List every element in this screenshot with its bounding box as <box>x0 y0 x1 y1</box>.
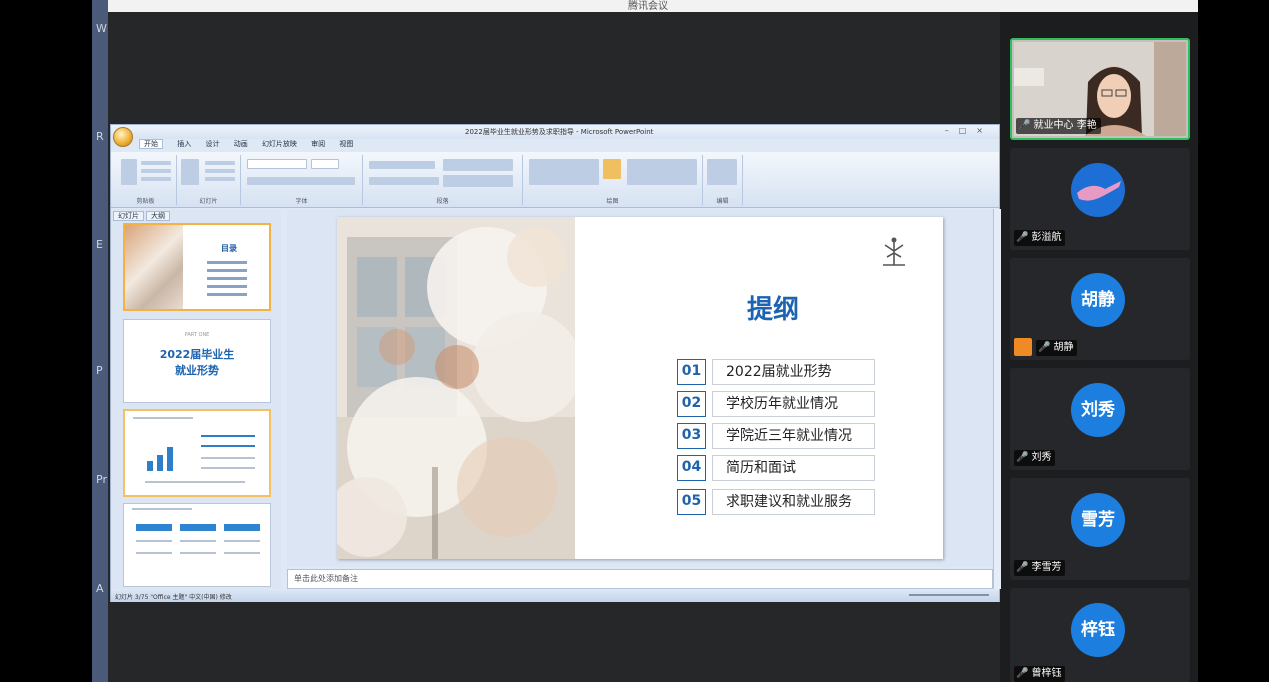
host-icon <box>1014 338 1032 356</box>
status-text: 幻灯片 3/75 "Office 主题" 中文(中国) 修改 <box>115 594 232 601</box>
microphone-icon: 🎤 <box>1018 120 1031 131</box>
ribbon-group-drawing[interactable]: 绘图 <box>523 155 703 205</box>
tab-insert[interactable]: 插入 <box>177 140 191 148</box>
participant-avatar: 雪芳 <box>1071 493 1125 547</box>
ppt-caption: 2022届毕业生就业形势及求职指导 - Microsoft PowerPoint <box>465 128 654 136</box>
slide-photo <box>337 217 575 559</box>
microphone-muted-icon: 🎤 <box>1016 562 1029 573</box>
window-controls[interactable]: –□× <box>945 126 993 135</box>
participant-name: 🎤 胡静 <box>1036 340 1078 356</box>
outline-number: 04 <box>677 455 706 481</box>
slide-title: 提纲 <box>747 295 800 325</box>
university-logo-icon <box>883 237 905 266</box>
outline-text: 2022届就业形势 <box>712 359 875 385</box>
ribbon-tabs: 开始 插入 设计 动画 幻灯片放映 审阅 视图 <box>139 139 365 151</box>
outline-text: 学校历年就业情况 <box>712 391 875 417</box>
thumbnail-subtitle: PART ONE <box>184 332 210 338</box>
ribbon-group-font[interactable]: 字体 <box>241 155 363 205</box>
participant-name: 🎤 李雪芳 <box>1014 560 1066 576</box>
strip-letter: R <box>96 130 104 143</box>
status-bar: 幻灯片 3/75 "Office 主题" 中文(中国) 修改 <box>111 590 999 602</box>
ribbon-group-editing[interactable]: 编辑 <box>703 155 743 205</box>
outline-number: 03 <box>677 423 706 449</box>
strip-letter: Pr <box>96 473 107 486</box>
participant-avatar: 刘秀 <box>1071 383 1125 437</box>
zoom-slider[interactable] <box>909 594 989 596</box>
thumbnail-title: 目录 <box>221 244 237 253</box>
strip-letter: W <box>96 22 107 35</box>
slide-thumbnail[interactable] <box>123 503 271 587</box>
outline-number: 01 <box>677 359 706 385</box>
thumbnail-photo <box>125 225 183 309</box>
group-label: 剪贴板 <box>136 198 155 205</box>
outline-text: 简历和面试 <box>712 455 875 481</box>
thumbnail-title: 就业形势 <box>175 364 219 377</box>
outline-number: 02 <box>677 391 706 417</box>
outline-text: 学院近三年就业情况 <box>712 423 875 449</box>
outline-text: 求职建议和就业服务 <box>712 489 875 515</box>
slide-editing-area: 提纲 01 2022届就业形势 02 学校历年就业情况 03 学院近三年就业情况… <box>287 209 993 567</box>
tab-slideshow[interactable]: 幻灯片放映 <box>262 140 297 148</box>
participant-name: 🎤 刘秀 <box>1014 450 1056 466</box>
background-window-strip: W R E P Pr A <box>92 0 108 682</box>
participant-avatar: 梓钰 <box>1071 603 1125 657</box>
participant-tile[interactable]: 🎤 彭溢航 <box>1010 148 1190 250</box>
powerpoint-window: 2022届毕业生就业形势及求职指导 - Microsoft PowerPoint… <box>110 124 1001 602</box>
group-label: 绘图 <box>606 198 619 205</box>
tab-view[interactable]: 视图 <box>339 140 353 148</box>
notes-pane[interactable]: 单击此处添加备注 <box>287 569 993 589</box>
tab-review[interactable]: 审阅 <box>311 140 325 148</box>
vertical-scrollbar[interactable] <box>993 209 1001 589</box>
participant-tile[interactable]: 梓钰 🎤 曾梓钰 <box>1010 588 1190 682</box>
participant-tile[interactable]: 胡静 🎤 胡静 <box>1010 258 1190 360</box>
meeting-title-bar: 腾讯会议 <box>108 0 1198 12</box>
participant-tile[interactable]: 雪芳 🎤 李雪芳 <box>1010 478 1190 580</box>
group-label: 幻灯片 <box>199 198 218 205</box>
outline-number: 05 <box>677 489 706 515</box>
ribbon-group-slides[interactable]: 幻灯片 <box>177 155 241 205</box>
microphone-icon: 🎤 <box>1038 342 1051 353</box>
strip-letter: A <box>96 582 104 595</box>
group-label: 段落 <box>436 198 449 205</box>
ppt-title-bar: 2022届毕业生就业形势及求职指导 - Microsoft PowerPoint… <box>111 125 999 139</box>
microphone-muted-icon: 🎤 <box>1016 232 1029 243</box>
current-slide[interactable]: 提纲 01 2022届就业形势 02 学校历年就业情况 03 学院近三年就业情况… <box>337 217 943 559</box>
slide-thumbnail[interactable]: PART ONE 2022届毕业生 就业形势 <box>123 319 271 403</box>
group-label: 字体 <box>295 198 308 205</box>
ribbon-group-paragraph[interactable]: 段落 <box>363 155 523 205</box>
panel-tab-outline[interactable]: 大纲 <box>146 211 170 221</box>
meeting-title: 腾讯会议 <box>628 1 668 12</box>
panel-tabs: 幻灯片 大纲 <box>113 211 172 221</box>
microphone-muted-icon: 🎤 <box>1016 668 1029 679</box>
office-button-icon[interactable] <box>113 127 133 147</box>
strip-letter: E <box>96 238 103 251</box>
ribbon: 剪贴板 幻灯片 字体 段落 绘图 编辑 <box>111 152 999 208</box>
group-label: 编辑 <box>716 198 729 205</box>
black-margin <box>1198 0 1269 682</box>
tab-home[interactable]: 开始 <box>139 139 163 149</box>
panel-tab-slides[interactable]: 幻灯片 <box>113 211 144 221</box>
ribbon-group-clipboard[interactable]: 剪贴板 <box>115 155 177 205</box>
participant-avatar: 胡静 <box>1071 273 1125 327</box>
participant-name: 🎤 彭溢航 <box>1014 230 1066 246</box>
tab-animation[interactable]: 动画 <box>234 140 248 148</box>
participant-name: 🎤 就业中心 李艳 <box>1016 118 1101 134</box>
tab-design[interactable]: 设计 <box>205 140 219 148</box>
thumbnail-title: 2022届毕业生 <box>159 348 235 361</box>
slide-thumbnail-panel: 幻灯片 大纲 目录 PART ONE 2022届毕业生 就业形势 <box>111 209 281 589</box>
participant-name: 🎤 曾梓钰 <box>1014 666 1066 682</box>
strip-letter: P <box>96 364 103 377</box>
slide-thumbnail[interactable]: 目录 <box>123 223 271 311</box>
profile-picture <box>1071 163 1125 217</box>
participant-tile-active-speaker[interactable]: 🎤 就业中心 李艳 <box>1010 38 1190 140</box>
slide-thumbnail[interactable] <box>123 409 271 497</box>
participant-tile[interactable]: 刘秀 🎤 刘秀 <box>1010 368 1190 470</box>
microphone-muted-icon: 🎤 <box>1016 452 1029 463</box>
